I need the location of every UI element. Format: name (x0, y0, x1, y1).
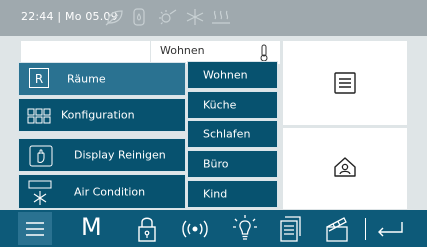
tile-notes[interactable] (283, 41, 407, 125)
return-icon[interactable] (373, 214, 407, 244)
submenu-item-label: Wohnen (203, 68, 248, 82)
menu-item-label: Konfiguration (61, 108, 135, 122)
sun-icon (159, 9, 177, 25)
bottom-bar (0, 210, 427, 247)
menu-icon (26, 222, 44, 236)
menu-item-raeume[interactable]: R Räume (18, 62, 186, 96)
submenu-item-kueche[interactable]: Küche (187, 91, 278, 119)
submenu-item-label: Schlafen (203, 127, 251, 141)
menu-item-konfiguration[interactable]: Konfiguration (18, 98, 186, 132)
tile-home[interactable] (283, 128, 407, 209)
hand-cleaning-icon (29, 145, 53, 167)
snowflake-icon (186, 9, 204, 25)
home-person-icon (334, 157, 356, 177)
room-tile-label: Wohnen (160, 44, 205, 57)
wireless-icon[interactable] (178, 214, 212, 244)
tile-left-top[interactable] (21, 41, 150, 63)
submenu-item-schlafen[interactable]: Schlafen (187, 120, 278, 148)
manual-m-icon[interactable]: M (81, 212, 102, 242)
menu-item-label: Display Reinigen (74, 148, 166, 162)
menu-button[interactable] (18, 212, 52, 245)
thermometer-icon (260, 44, 268, 62)
water-drop-icon (133, 8, 145, 26)
notes-icon (334, 72, 356, 94)
menu-item-label: Räume (67, 72, 106, 86)
menu-item-air-condition[interactable]: Air Condition (18, 174, 186, 209)
air-condition-icon (28, 180, 52, 205)
menu-item-display-reinigen[interactable]: Display Reinigen (18, 138, 186, 172)
room-letter-icon: R (29, 68, 49, 88)
grid-icon (27, 108, 51, 124)
bottom-bar-divider (365, 218, 366, 240)
heating-icon (212, 10, 230, 24)
leaf-icon (105, 10, 123, 26)
submenu-item-buero[interactable]: Büro (187, 150, 278, 178)
submenu-item-label: Küche (203, 98, 237, 112)
menu-item-label: Air Condition (74, 185, 146, 198)
light-bulb-icon[interactable] (230, 214, 260, 244)
submenu-item-label: Büro (203, 157, 229, 171)
lock-icon[interactable] (136, 214, 158, 244)
submenu-item-kind[interactable]: Kind (187, 180, 278, 208)
clapperboard-icon[interactable] (323, 214, 351, 244)
screen: 22:44 | Mo 05.09 Wohnen R Räume Konfigur… (0, 0, 427, 247)
submenu-item-wohnen[interactable]: Wohnen (187, 61, 278, 89)
submenu-item-label: Kind (203, 187, 228, 201)
documents-icon[interactable] (277, 214, 303, 244)
